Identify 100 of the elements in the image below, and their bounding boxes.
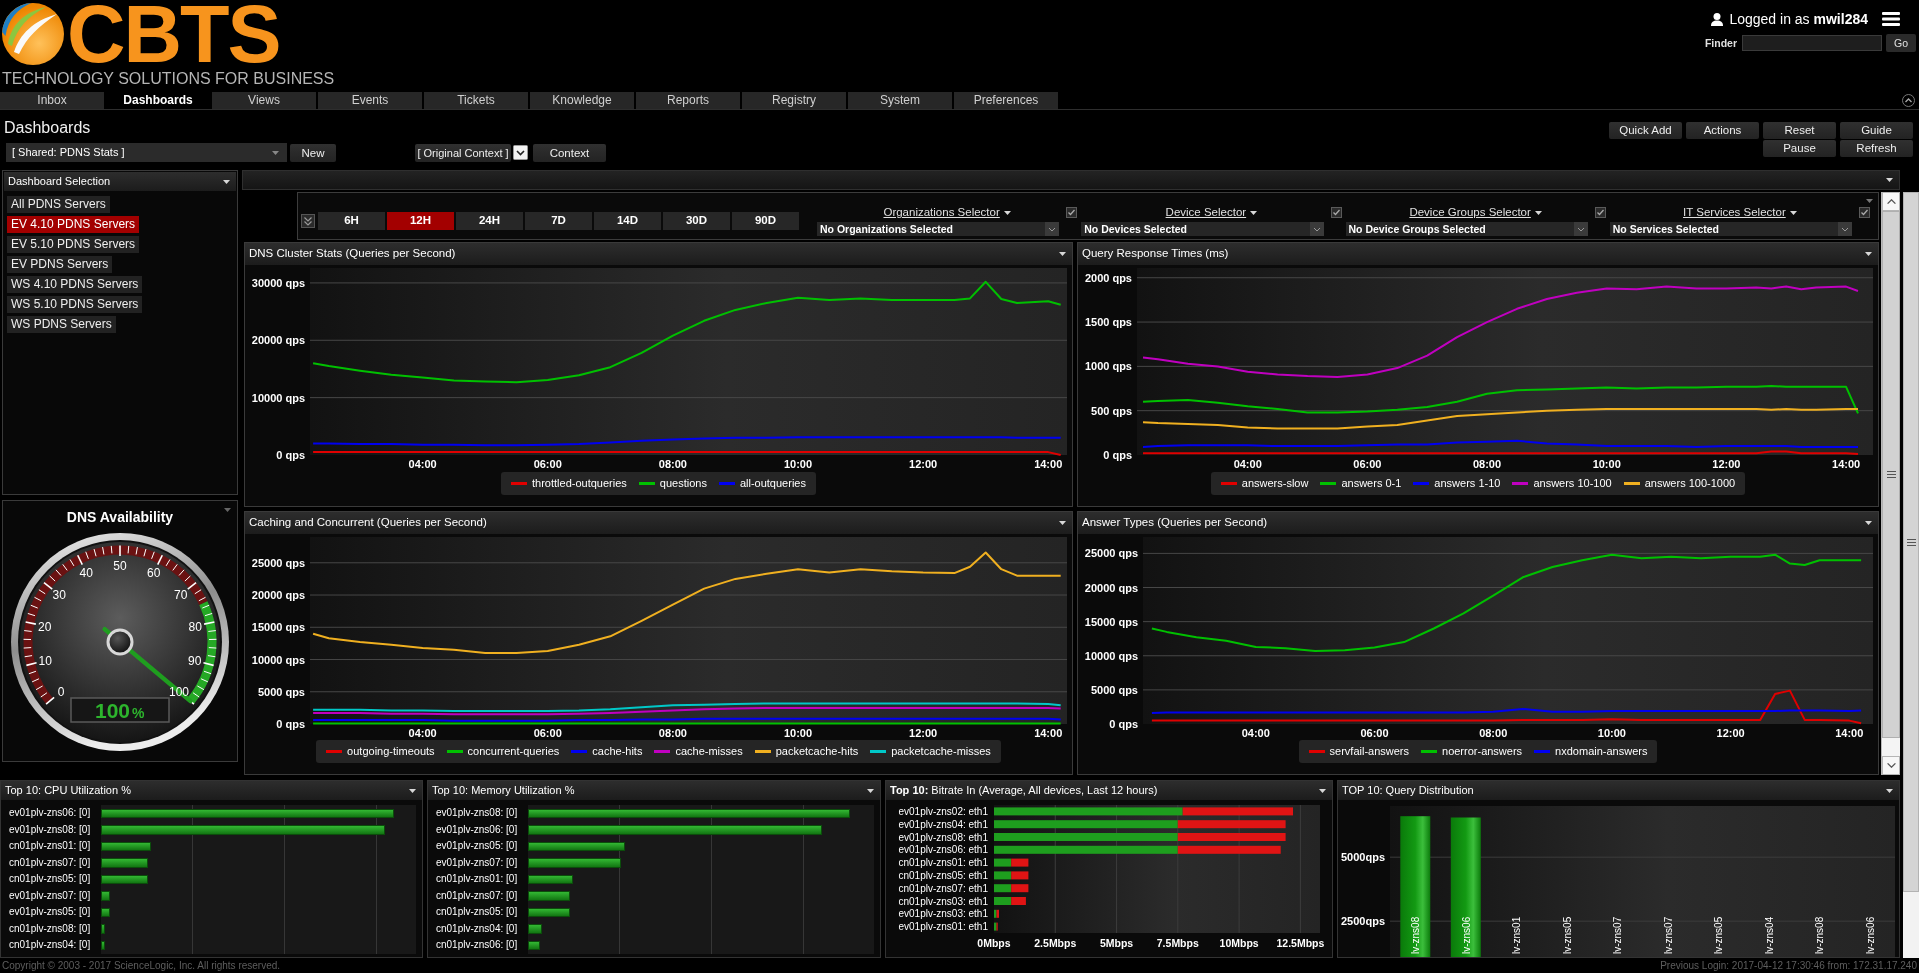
x-axis-label: 04:00 (1233, 458, 1262, 470)
time-range-button[interactable]: 30D (663, 212, 730, 230)
caret-icon[interactable] (223, 179, 230, 184)
dashboard-select[interactable]: [ Shared: PDNS Stats ] (6, 143, 287, 162)
dashboard-item[interactable]: EV PDNS Servers (7, 256, 113, 273)
selector-link[interactable]: IT Services Selector (1683, 206, 1786, 220)
category-label: lv-zns05 (1713, 916, 1725, 954)
go-button[interactable]: Go (1886, 33, 1916, 52)
caret-icon[interactable] (1886, 788, 1893, 793)
selector-field[interactable]: No Devices Selected (1081, 221, 1324, 236)
selector-field[interactable]: No Services Selected (1609, 221, 1852, 236)
time-range-button[interactable]: 90D (732, 212, 799, 230)
selector-link[interactable]: Organizations Selector (883, 206, 1000, 220)
time-range-button[interactable]: 24H (456, 212, 523, 230)
nav-tab[interactable]: System (848, 92, 952, 109)
dashboard-item[interactable]: WS 5.10 PDNS Servers (7, 296, 143, 313)
time-range-button[interactable]: 14D (594, 212, 661, 230)
legend-label: answers 1-10 (1434, 476, 1501, 490)
nav-tab[interactable]: Inbox (0, 92, 104, 109)
x-axis-label: 10Mbps (1219, 937, 1259, 949)
caret-icon[interactable] (1886, 178, 1893, 182)
nav-tab[interactable]: Events (318, 92, 422, 109)
time-range-button[interactable]: 6H (318, 212, 385, 230)
nav-tab[interactable]: Preferences (954, 92, 1058, 109)
toolbar-button[interactable]: Guide (1840, 122, 1913, 139)
checkbox[interactable] (1594, 207, 1606, 219)
checkbox[interactable] (1066, 207, 1078, 219)
caret-icon[interactable] (1250, 211, 1258, 215)
dropdown-icon[interactable] (513, 145, 528, 160)
legend-label: questions (659, 476, 707, 490)
x-axis-label: 14:00 (1034, 726, 1063, 739)
y-axis-label: 15000 qps (1084, 615, 1138, 628)
chevron-up-icon (1886, 199, 1896, 204)
selector-field[interactable]: No Device Groups Selected (1345, 221, 1588, 236)
context-select[interactable]: [ Original Context ] (415, 143, 511, 162)
selector-link[interactable]: Device Groups Selector (1409, 206, 1531, 220)
legend-label: packetcache-misses (891, 745, 991, 759)
tagline-text: TECHNOLOGY SOLUTIONS FOR BUSINESS (2, 70, 335, 88)
toolbar-button[interactable]: Pause (1763, 140, 1836, 157)
gauge-tick-label: 30 (52, 588, 66, 603)
selector-link[interactable]: Device Selector (1165, 206, 1247, 220)
gauge-tick-label: 20 (38, 619, 52, 634)
scroll-down-button[interactable] (1882, 756, 1900, 775)
y-axis-label: 1000 qps (1084, 360, 1132, 373)
checkbox[interactable] (1330, 207, 1342, 219)
time-range-button[interactable]: 7D (525, 212, 592, 230)
category-label: ev01plv-zns06: eth1 (898, 844, 988, 856)
gauge-tick-label: 10 (38, 654, 52, 669)
caret-icon[interactable] (1865, 252, 1872, 256)
caret-icon[interactable] (1059, 520, 1066, 525)
bar-label: cn01plv-zns07: [0] (436, 888, 519, 903)
toolbar-button[interactable]: Quick Add (1609, 122, 1682, 139)
toolbar-button[interactable]: Refresh (1840, 140, 1913, 157)
caret-icon[interactable] (409, 788, 416, 793)
logo-text: CBTS (67, 3, 280, 65)
y-axis-label: 0 qps (276, 449, 305, 461)
y-axis-label: 2000 qps (1084, 271, 1132, 284)
legend-label: outgoing-timeouts (347, 745, 435, 759)
dashboard-item[interactable]: All PDNS Servers (7, 196, 110, 213)
dashboard-item[interactable]: WS 4.10 PDNS Servers (7, 276, 143, 293)
time-range-button[interactable]: 12H (387, 212, 454, 230)
legend-label: answers-slow (1241, 476, 1309, 490)
y-axis-label: 15000 qps (251, 620, 305, 633)
checkbox[interactable] (1859, 207, 1870, 219)
nav-tab[interactable]: Registry (742, 92, 846, 109)
nav-tab[interactable]: Views (212, 92, 316, 109)
category-label: cn01plv-zns05: eth1 (898, 869, 988, 881)
x-axis-label: 08:00 (658, 458, 687, 470)
context-button[interactable]: Context (533, 143, 606, 162)
bar-label: ev01plv-zns08: [0] (9, 822, 92, 837)
caret-icon[interactable] (1319, 788, 1326, 793)
circled-chevron-up-icon[interactable] (1902, 94, 1915, 107)
x-axis-label: 0Mbps (977, 937, 1011, 949)
dashboard-item[interactable]: EV 5.10 PDNS Servers (7, 236, 140, 253)
panel-title: TOP 10: Query Distribution (1342, 783, 1474, 798)
dashboard-item[interactable]: WS PDNS Servers (7, 316, 116, 333)
new-button[interactable]: New (290, 143, 336, 162)
menu-icon[interactable] (1882, 12, 1900, 27)
selector-field[interactable]: No Organizations Selected (817, 221, 1060, 236)
toolbar-button[interactable]: Actions (1686, 122, 1759, 139)
bar-label: cn01plv-zns04: [0] (9, 938, 92, 952)
category-label: ev01plv-zns01: eth1 (898, 921, 988, 933)
nav-tab[interactable]: Knowledge (530, 92, 634, 109)
caret-icon[interactable] (1059, 252, 1066, 256)
finder-field[interactable] (1742, 34, 1882, 51)
nav-tab[interactable]: Reports (636, 92, 740, 109)
caret-icon[interactable] (1789, 211, 1797, 215)
caret-icon[interactable] (1534, 211, 1542, 215)
caret-icon[interactable] (1003, 211, 1011, 215)
toolbar-button[interactable]: Reset (1763, 122, 1836, 139)
scroll-up-button[interactable] (1882, 192, 1900, 211)
caret-icon[interactable] (1865, 520, 1872, 525)
category-label: ev01plv-zns03: eth1 (898, 908, 988, 920)
dashboard-item[interactable]: EV 4.10 PDNS Servers (7, 216, 140, 233)
nav-tab[interactable]: Tickets (424, 92, 528, 109)
bitrate-bar (1011, 884, 1029, 893)
double-chevron-icon[interactable] (301, 214, 315, 228)
x-axis-label: 06:00 (533, 726, 562, 739)
caret-icon[interactable] (867, 788, 874, 793)
x-axis-label: 12:00 (909, 458, 938, 470)
